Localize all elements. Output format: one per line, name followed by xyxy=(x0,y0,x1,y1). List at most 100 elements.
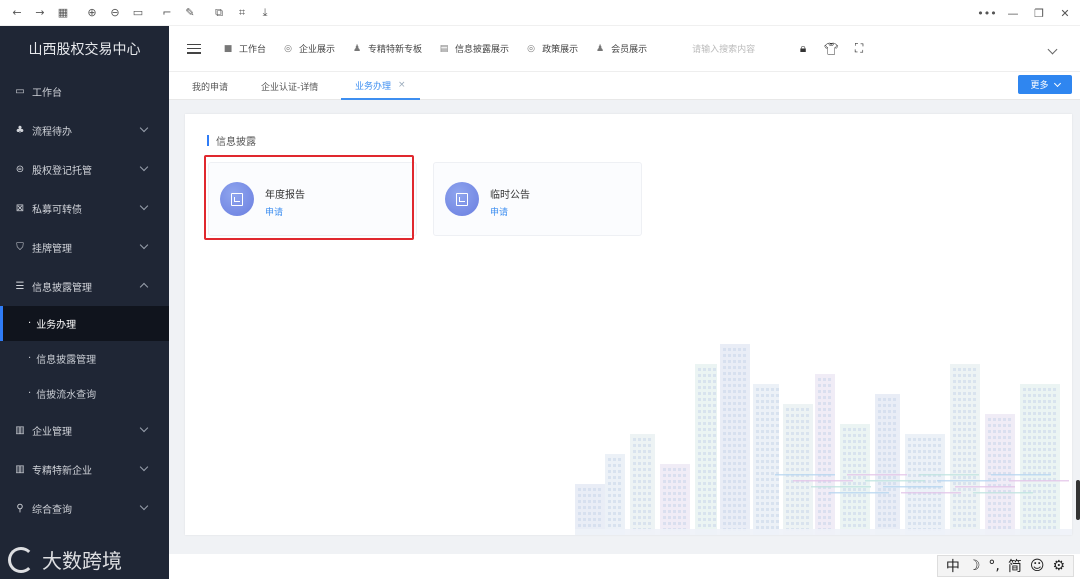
fullscreen-icon[interactable]: ⛶ xyxy=(852,41,866,56)
sidebar-item[interactable]: ⚲ 综合查询 xyxy=(0,489,169,528)
ime-toolbar: 中 ☽ °, 简 ☺ ⚙ xyxy=(936,555,1074,577)
close-icon[interactable]: × xyxy=(398,80,406,90)
sidebar-item-label: 私募可转债 xyxy=(32,205,82,216)
menu-item-icon: ⚲ xyxy=(16,503,24,514)
menu-item-icon: ♣ xyxy=(15,125,25,136)
sidebar-item-label: 流程待办 xyxy=(32,127,72,138)
sidebar-subitem[interactable]: · 信披流水查询 xyxy=(0,376,169,411)
sidebar-subitem-label: 业务办理 xyxy=(36,320,77,331)
sidebar-item-label: 股权登记托管 xyxy=(32,166,92,177)
sidebar-item-label: 综合查询 xyxy=(32,505,72,516)
menu-item-icon: ⊜ xyxy=(15,164,25,175)
top-navbar: ■ 工作台 ◎ 企业展示 ♟ 专精特新专板 ▤ 信息披露展示 ◎ 政策展示 ♟ 会员展示 请输入搜索内… xyxy=(169,26,1080,72)
top-nav-label: 工作台 xyxy=(239,45,267,55)
sidebar-item[interactable]: ▥ 企业管理 xyxy=(0,411,169,450)
forward-icon[interactable]: → xyxy=(33,6,47,20)
screenshot-icon[interactable]: ⌗ xyxy=(235,6,249,20)
chevron-down-icon xyxy=(139,462,149,472)
tab-my-applications[interactable]: 我的申请 xyxy=(192,72,228,100)
sidebar-item[interactable]: ▭ 工作台 xyxy=(0,72,169,111)
top-nav-item[interactable]: ♟ 专精特新专板 xyxy=(352,42,422,56)
ime-moon-icon[interactable]: ☽ xyxy=(968,558,981,574)
copy-icon[interactable]: ⧉ xyxy=(212,6,226,20)
user-dropdown-chevron-icon[interactable] xyxy=(1047,44,1058,55)
chevron-up-icon xyxy=(139,282,149,292)
ime-simplified-icon[interactable]: 简 xyxy=(1008,556,1022,576)
chevron-down-icon xyxy=(139,501,149,511)
download-icon[interactable]: ⤓ xyxy=(258,6,272,20)
top-nav-label: 信息披露展示 xyxy=(455,45,510,55)
menu-item-icon: ☰ xyxy=(15,281,25,292)
zoom-in-icon[interactable]: ⊕ xyxy=(85,6,99,20)
card-title: 临时公告 xyxy=(490,190,530,201)
ime-settings-icon[interactable]: ⚙ xyxy=(1052,558,1065,574)
scrollbar-handle[interactable] xyxy=(1076,480,1080,520)
menu-toggle-icon[interactable] xyxy=(187,43,201,54)
chevron-down-icon xyxy=(139,240,149,250)
nav-icon: ◎ xyxy=(284,43,292,54)
city-skyline-illustration xyxy=(575,344,1072,535)
sidebar-subitem[interactable]: · 业务办理 xyxy=(0,306,169,341)
menu-item-icon: ⛉ xyxy=(16,242,24,253)
sidebar-item[interactable]: ♣ 流程待办 xyxy=(0,111,169,150)
chevron-down-icon xyxy=(139,162,149,172)
ime-emoji-icon[interactable]: ☺ xyxy=(1030,558,1045,574)
nav-icon: ♟ xyxy=(596,43,605,54)
tabs-bar: 我的申请 企业认证-详情 业务办理 × 更多 xyxy=(169,72,1080,100)
sidebar-item-label: 专精特新企业 xyxy=(32,466,92,477)
minimize-icon[interactable]: — xyxy=(1006,6,1020,20)
section-title: 信息披露 xyxy=(207,134,256,148)
edit-icon[interactable]: ✎ xyxy=(183,6,197,20)
sidebar-subitem[interactable]: · 信息披露管理 xyxy=(0,341,169,376)
sidebar-subitem-label: 信息披露管理 xyxy=(36,355,97,366)
nav-icon: ♟ xyxy=(352,43,362,54)
top-nav-item[interactable]: ▤ 信息披露展示 xyxy=(439,42,510,56)
chevron-down-icon xyxy=(139,123,149,133)
top-nav-label: 会员展示 xyxy=(611,45,648,55)
window-controls: ••• — ❐ ✕ xyxy=(968,0,1072,26)
sidebar-item-label: 挂牌管理 xyxy=(32,244,72,255)
more-icon[interactable]: ••• xyxy=(977,6,996,20)
tab-business-handling[interactable]: 业务办理 × xyxy=(341,72,420,100)
tab-enterprise-certification[interactable]: 企业认证-详情 xyxy=(261,72,318,100)
card-temporary-announcement[interactable]: 临时公告 申请 xyxy=(433,162,642,236)
top-nav-label: 企业展示 xyxy=(299,45,336,55)
menu-item-icon: ▥ xyxy=(15,425,25,436)
watermark-logo-icon xyxy=(8,546,34,573)
sidebar-item[interactable]: ⊠ 私募可转债 xyxy=(0,189,169,228)
sidebar-subitem-label: 信披流水查询 xyxy=(36,390,97,401)
chevron-down-icon xyxy=(139,201,149,211)
back-icon[interactable]: ← xyxy=(10,6,24,20)
apply-link[interactable]: 申请 xyxy=(490,205,508,218)
ime-punctuation-icon[interactable]: °, xyxy=(988,558,999,574)
lock-icon[interactable]: 🔒︎ xyxy=(796,41,810,56)
zoom-out-icon[interactable]: ⊖ xyxy=(108,6,122,20)
highlight-box xyxy=(204,155,414,240)
chevron-down-icon xyxy=(1053,79,1061,87)
top-nav-item[interactable]: ◎ 政策展示 xyxy=(526,42,579,56)
ime-chinese-mode-icon[interactable]: 中 xyxy=(946,556,960,576)
menu-item-icon: ⊠ xyxy=(15,203,25,214)
sidebar-item-label: 工作台 xyxy=(32,88,62,99)
fit-icon[interactable]: ▭ xyxy=(131,6,145,20)
shirt-icon[interactable]: 👕︎ xyxy=(823,42,838,56)
close-window-icon[interactable]: ✕ xyxy=(1058,6,1072,20)
sidebar-item-label: 信息披露管理 xyxy=(32,283,92,294)
nav-icon: ■ xyxy=(223,43,233,54)
nav-icon: ◎ xyxy=(527,43,535,54)
sidebar-item[interactable]: ▥ 专精特新企业 xyxy=(0,450,169,489)
top-nav-item[interactable]: ■ 工作台 xyxy=(223,42,267,56)
search-input[interactable]: 请输入搜索内容 xyxy=(692,42,782,55)
sidebar-item[interactable]: ⊜ 股权登记托管 xyxy=(0,150,169,189)
restore-icon[interactable]: ❐ xyxy=(1032,6,1046,20)
more-button[interactable]: 更多 xyxy=(1018,75,1072,94)
apps-icon[interactable]: ▦ xyxy=(56,6,70,20)
content-panel: 信息披露 年度报告 申请 临时公告 申请 xyxy=(185,114,1072,535)
document-icon xyxy=(445,182,479,216)
sidebar-item[interactable]: ☰ 信息披露管理 xyxy=(0,267,169,306)
crop-icon[interactable]: ⌐ xyxy=(160,6,174,20)
top-nav-item[interactable]: ♟ 会员展示 xyxy=(595,42,648,56)
sidebar-item[interactable]: ⛉ 挂牌管理 xyxy=(0,228,169,267)
top-nav-item[interactable]: ◎ 企业展示 xyxy=(283,42,336,56)
top-nav-label: 政策展示 xyxy=(542,45,579,55)
